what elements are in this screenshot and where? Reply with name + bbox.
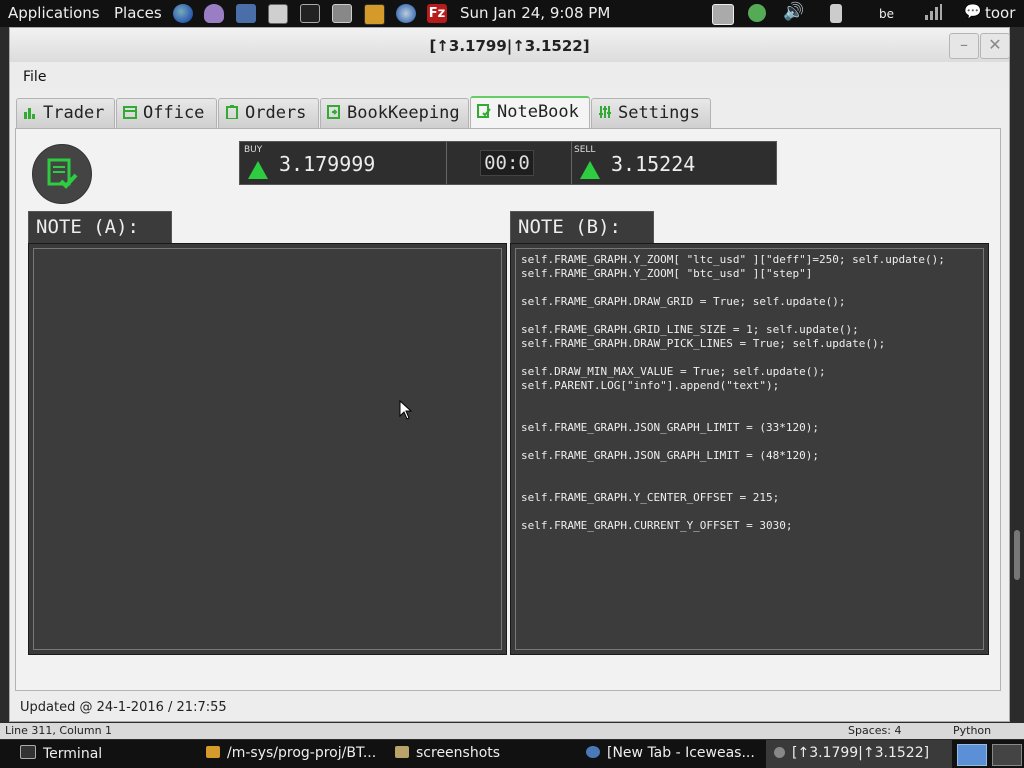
ticker-divider (571, 142, 572, 184)
filezilla-icon[interactable]: Fz (427, 4, 447, 23)
task-label: Terminal (43, 746, 103, 762)
volume-icon[interactable]: 🔊 (783, 2, 804, 22)
indentation-setting[interactable]: Spaces: 4 (848, 724, 901, 737)
tab-notebook[interactable]: NoteBook (470, 96, 590, 129)
iceweasel-icon (586, 746, 600, 758)
tab-label: Office (143, 103, 205, 123)
buy-label: BUY (244, 145, 263, 155)
window-title: [↑3.1799|↑3.1522] (429, 37, 590, 55)
taskbar-trader-window[interactable]: [↑3.1799|↑3.1522] (766, 740, 952, 768)
note-a-frame (28, 243, 507, 655)
signal-icon[interactable] (924, 3, 942, 25)
workspace-2[interactable] (992, 744, 1022, 766)
file-menu[interactable]: File (23, 69, 46, 85)
note-b-textarea[interactable]: self.FRAME_GRAPH.Y_ZOOM[ "ltc_usd" ]["de… (515, 248, 984, 650)
keyboard-layout[interactable]: be (879, 7, 894, 21)
screenshot-icon[interactable] (332, 4, 352, 23)
sell-up-arrow-icon (580, 161, 600, 179)
sell-price: 3.15224 (611, 152, 696, 176)
browser-launcher-icon[interactable] (173, 4, 193, 23)
terminal-launcher-icon[interactable] (300, 4, 320, 23)
network-icon[interactable] (236, 4, 256, 23)
taskbar-screenshots[interactable]: screenshots (395, 745, 500, 761)
thunderbird-icon[interactable] (396, 4, 416, 23)
calculator-icon[interactable] (268, 4, 288, 24)
editor-status-bar: Line 311, Column 1 Spaces: 4 Python (0, 723, 1024, 739)
note-b-frame: self.FRAME_GRAPH.Y_ZOOM[ "ltc_usd" ]["de… (510, 243, 989, 655)
note-b-title: NOTE (B): (510, 211, 654, 243)
tab-label: NoteBook (497, 102, 579, 122)
window-titlebar[interactable]: [↑3.1799|↑3.1522] – ✕ (10, 28, 1010, 62)
ticker-divider (446, 142, 447, 184)
task-label: /m-sys/prog-proj/BT... (227, 745, 377, 761)
tab-trader[interactable]: Trader (16, 98, 115, 128)
battery-icon[interactable] (830, 4, 842, 23)
sell-label: SELL (574, 145, 596, 155)
note-a-textarea[interactable] (33, 248, 502, 650)
menubar: File (10, 62, 1009, 88)
syntax-language[interactable]: Python (953, 724, 991, 737)
chart-icon (23, 105, 37, 119)
task-label: screenshots (416, 745, 501, 761)
app-window: [↑3.1799|↑3.1522] – ✕ File Trader Office… (9, 27, 1010, 722)
taskbar-iceweasel[interactable]: [New Tab - Iceweas... (586, 745, 755, 761)
chat-bubble-icon: 💬 (964, 4, 982, 20)
tab-label: Trader (43, 103, 105, 123)
mouse-cursor-icon (399, 399, 413, 424)
tab-orders[interactable]: Orders (218, 98, 319, 128)
taskbar: Terminal /m-sys/prog-proj/BT... screensh… (0, 740, 1024, 768)
task-label: [↑3.1799|↑3.1522] (792, 745, 930, 761)
top-panel: Applications Places Fz Sun Jan 24, 9:08 … (0, 0, 1024, 27)
tab-settings[interactable]: Settings (591, 98, 711, 128)
tab-bookkeeping[interactable]: BookKeeping (320, 98, 469, 128)
tab-label: Settings (618, 103, 700, 123)
panel-clock[interactable]: Sun Jan 24, 9:08 PM (460, 4, 610, 22)
taskbar-terminal[interactable]: Terminal (20, 745, 102, 762)
minimize-button[interactable]: – (949, 33, 979, 59)
close-button[interactable]: ✕ (980, 33, 1010, 59)
tab-office[interactable]: Office (116, 98, 217, 128)
buy-price: 3.179999 (279, 152, 376, 176)
ledger-icon (327, 105, 341, 119)
sliders-icon (598, 105, 612, 119)
tab-label: BookKeeping (347, 103, 460, 123)
background-scrollbar[interactable] (1010, 95, 1024, 720)
folder-icon (395, 746, 409, 758)
taskbar-sublime[interactable]: /m-sys/prog-proj/BT... (206, 745, 376, 761)
tab-label: Orders (245, 103, 307, 123)
updated-status: Updated @ 24-1-2016 / 21:7:55 (20, 700, 227, 715)
sublime-text-icon[interactable] (364, 4, 385, 25)
note-b-content: self.FRAME_GRAPH.Y_ZOOM[ "ltc_usd" ]["de… (521, 253, 945, 532)
notebook-icon (477, 104, 491, 118)
places-menu[interactable]: Places (114, 4, 162, 22)
buy-up-arrow-icon (248, 161, 268, 179)
terminal-icon (20, 745, 36, 759)
sublime-text-icon (206, 746, 220, 758)
update-notifier-icon[interactable] (748, 4, 766, 22)
calendar-icon (123, 105, 137, 119)
trader-app-icon (774, 747, 785, 758)
scrollbar-thumb[interactable] (1014, 530, 1020, 580)
pidgin-icon[interactable] (204, 4, 224, 23)
task-label: [New Tab - Iceweas... (607, 745, 755, 761)
applications-menu[interactable]: Applications (8, 4, 100, 22)
price-ticker: BUY 3.179999 00:0 SELL 3.15224 (239, 141, 777, 185)
clipboard-icon (225, 105, 239, 119)
user-menu[interactable]: toor (985, 4, 1015, 22)
notebook-checklist-icon[interactable] (32, 144, 92, 204)
ticker-clock: 00:0 (480, 150, 534, 176)
note-a-title: NOTE (A): (28, 211, 172, 243)
workspace-1[interactable] (957, 744, 987, 766)
cursor-position: Line 311, Column 1 (5, 724, 113, 737)
screenshot-tray-icon[interactable] (712, 4, 734, 25)
